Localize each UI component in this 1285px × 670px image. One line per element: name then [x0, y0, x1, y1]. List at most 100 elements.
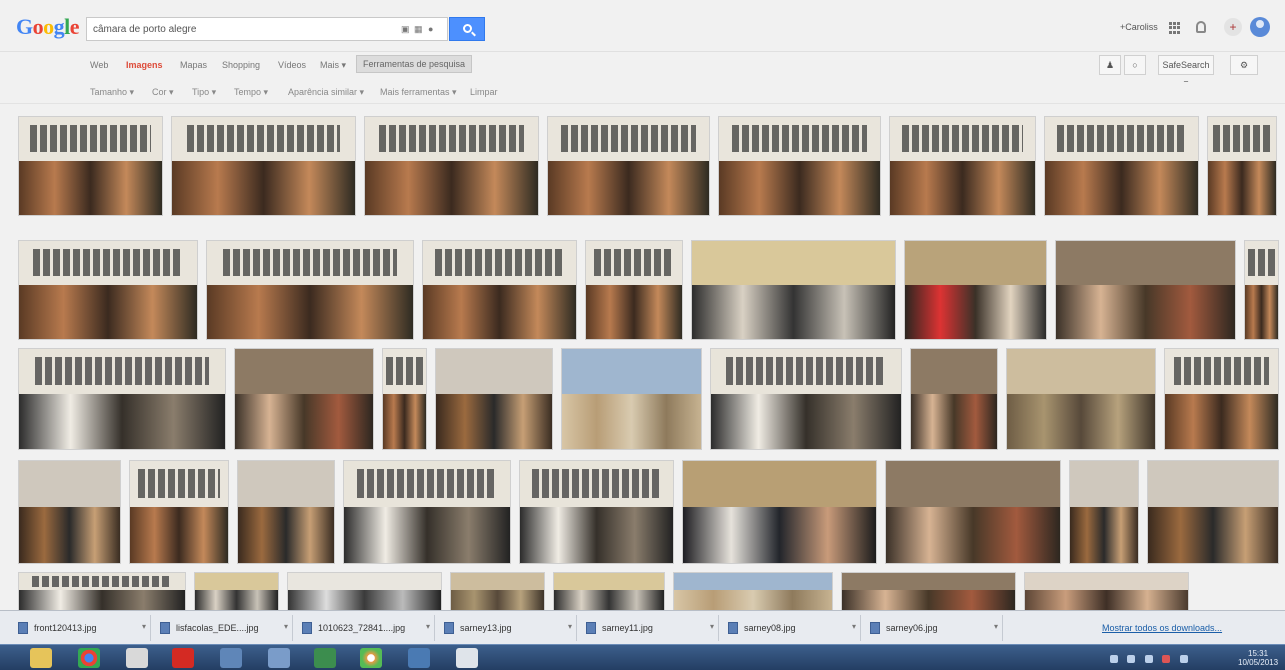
image-result-thumbnail[interactable] [129, 460, 229, 564]
image-result-thumbnail[interactable] [18, 460, 121, 564]
user-filter-icon[interactable]: ♟ [1099, 55, 1121, 75]
image-result-thumbnail[interactable] [1164, 348, 1279, 450]
notepad-icon[interactable] [456, 648, 478, 668]
image-result-thumbnail[interactable] [1006, 348, 1156, 450]
tab-videos[interactable]: Vídeos [278, 60, 306, 70]
image-result-thumbnail[interactable] [519, 460, 674, 564]
photo-viewer-icon[interactable] [408, 648, 430, 668]
chevron-down-icon[interactable]: ▾ [284, 622, 288, 631]
show-all-downloads-link[interactable]: Mostrar todos os downloads... [1102, 623, 1222, 633]
settings-gear-icon[interactable]: ⚙ [1230, 55, 1258, 75]
filter-similar[interactable]: Aparência similar ▾ [288, 87, 364, 98]
image-result-thumbnail[interactable] [718, 116, 881, 216]
download-item[interactable]: sarney11.jpg ▾ [586, 617, 721, 639]
download-item[interactable]: front120413.jpg ▾ [18, 617, 153, 639]
chevron-down-icon[interactable]: ▾ [426, 622, 430, 631]
filter-size[interactable]: Tamanho ▾ [90, 87, 134, 98]
image-result-thumbnail[interactable] [585, 240, 683, 340]
image-result-thumbnail[interactable] [1044, 116, 1199, 216]
safesearch-dropdown[interactable]: SafeSearch ▾ [1158, 55, 1214, 88]
image-result-thumbnail[interactable] [1147, 460, 1279, 564]
tab-maps[interactable]: Mapas [180, 60, 207, 70]
google-logo[interactable]: Google [16, 14, 80, 40]
chrome-icon[interactable] [78, 648, 100, 668]
tab-images[interactable]: Imagens [126, 60, 163, 70]
image-result-thumbnail[interactable] [682, 460, 877, 564]
acrobat-icon[interactable] [172, 648, 194, 668]
notifications-bell-icon[interactable] [1196, 21, 1206, 33]
image-result-thumbnail[interactable] [18, 348, 226, 450]
image-result-thumbnail[interactable] [206, 240, 414, 340]
download-item[interactable]: lisfacolas_EDE....jpg ▾ [160, 617, 295, 639]
image-result-thumbnail[interactable] [18, 572, 186, 610]
image-result-thumbnail[interactable] [171, 116, 356, 216]
image-result-thumbnail[interactable] [1055, 240, 1236, 340]
chevron-down-icon[interactable]: ▾ [710, 622, 714, 631]
image-result-thumbnail[interactable] [194, 572, 279, 610]
tray-arrow-icon[interactable] [1110, 655, 1118, 663]
search-tools-button[interactable]: Ferramentas de pesquisa [356, 55, 473, 73]
image-result-thumbnail[interactable] [673, 572, 833, 610]
download-item[interactable]: sarney08.jpg ▾ [728, 617, 863, 639]
avatar[interactable] [1250, 17, 1270, 37]
image-result-thumbnail[interactable] [435, 348, 553, 450]
download-item[interactable]: sarney13.jpg ▾ [444, 617, 579, 639]
image-result-thumbnail[interactable] [841, 572, 1016, 610]
taskbar-clock[interactable]: 15:31 10/05/2013 [1238, 649, 1278, 667]
image-result-thumbnail[interactable] [287, 572, 442, 610]
calculator-icon[interactable] [126, 648, 148, 668]
tab-shopping[interactable]: Shopping [222, 60, 260, 70]
tab-more[interactable]: Mais ▾ [320, 60, 346, 71]
filter-type[interactable]: Tipo ▾ [192, 87, 216, 98]
chevron-down-icon[interactable]: ▾ [994, 622, 998, 631]
safe-icon[interactable]: ○ [1124, 55, 1146, 75]
image-result-thumbnail[interactable] [1024, 572, 1189, 610]
apps-grid-icon[interactable] [1169, 22, 1181, 34]
filter-more-tools[interactable]: Mais ferramentas ▾ [380, 87, 457, 98]
image-result-thumbnail[interactable] [343, 460, 511, 564]
image-result-thumbnail[interactable] [364, 116, 539, 216]
windows-media-icon[interactable] [314, 648, 336, 668]
chevron-down-icon[interactable]: ▾ [142, 622, 146, 631]
image-result-thumbnail[interactable] [1069, 460, 1139, 564]
filter-clear[interactable]: Limpar [470, 87, 498, 97]
image-result-thumbnail[interactable] [547, 116, 710, 216]
file-explorer-icon[interactable] [30, 648, 52, 668]
image-result-thumbnail[interactable] [561, 348, 702, 450]
download-item[interactable]: sarney06.jpg ▾ [870, 617, 1005, 639]
network-icon[interactable] [220, 648, 242, 668]
image-result-thumbnail[interactable] [889, 116, 1036, 216]
media-icon[interactable] [268, 648, 290, 668]
network-status-icon[interactable] [1127, 655, 1136, 663]
image-result-thumbnail[interactable] [234, 348, 374, 450]
image-result-thumbnail[interactable] [904, 240, 1047, 340]
download-item[interactable]: 1010623_72841....jpg ▾ [302, 617, 437, 639]
image-result-thumbnail[interactable] [1244, 240, 1279, 340]
chevron-down-icon[interactable]: ▾ [568, 622, 572, 631]
keyboard-icon[interactable]: ▦ [414, 24, 423, 34]
microphone-icon[interactable]: ● [428, 24, 437, 34]
image-result-thumbnail[interactable] [382, 348, 427, 450]
search-box[interactable]: ▣ ▦ ● [86, 17, 448, 41]
image-result-thumbnail[interactable] [237, 460, 335, 564]
share-plus-button[interactable]: + [1224, 18, 1242, 36]
image-result-thumbnail[interactable] [422, 240, 577, 340]
user-name-link[interactable]: +Caroliss [1120, 22, 1158, 32]
volume-icon[interactable] [1144, 655, 1153, 663]
search-input[interactable] [93, 21, 383, 37]
chevron-down-icon[interactable]: ▾ [852, 622, 856, 631]
image-result-thumbnail[interactable] [691, 240, 896, 340]
image-result-thumbnail[interactable] [18, 240, 198, 340]
antivirus-icon[interactable] [1162, 655, 1171, 663]
image-result-thumbnail[interactable] [1207, 116, 1277, 216]
search-button[interactable] [449, 17, 485, 41]
picasa-icon[interactable] [360, 648, 382, 668]
image-result-thumbnail[interactable] [710, 348, 902, 450]
flag-icon[interactable] [1179, 655, 1188, 663]
filter-time[interactable]: Tempo ▾ [234, 87, 268, 98]
image-result-thumbnail[interactable] [910, 348, 998, 450]
image-result-thumbnail[interactable] [553, 572, 665, 610]
image-result-thumbnail[interactable] [450, 572, 545, 610]
image-result-thumbnail[interactable] [885, 460, 1061, 564]
tab-web[interactable]: Web [90, 60, 108, 70]
